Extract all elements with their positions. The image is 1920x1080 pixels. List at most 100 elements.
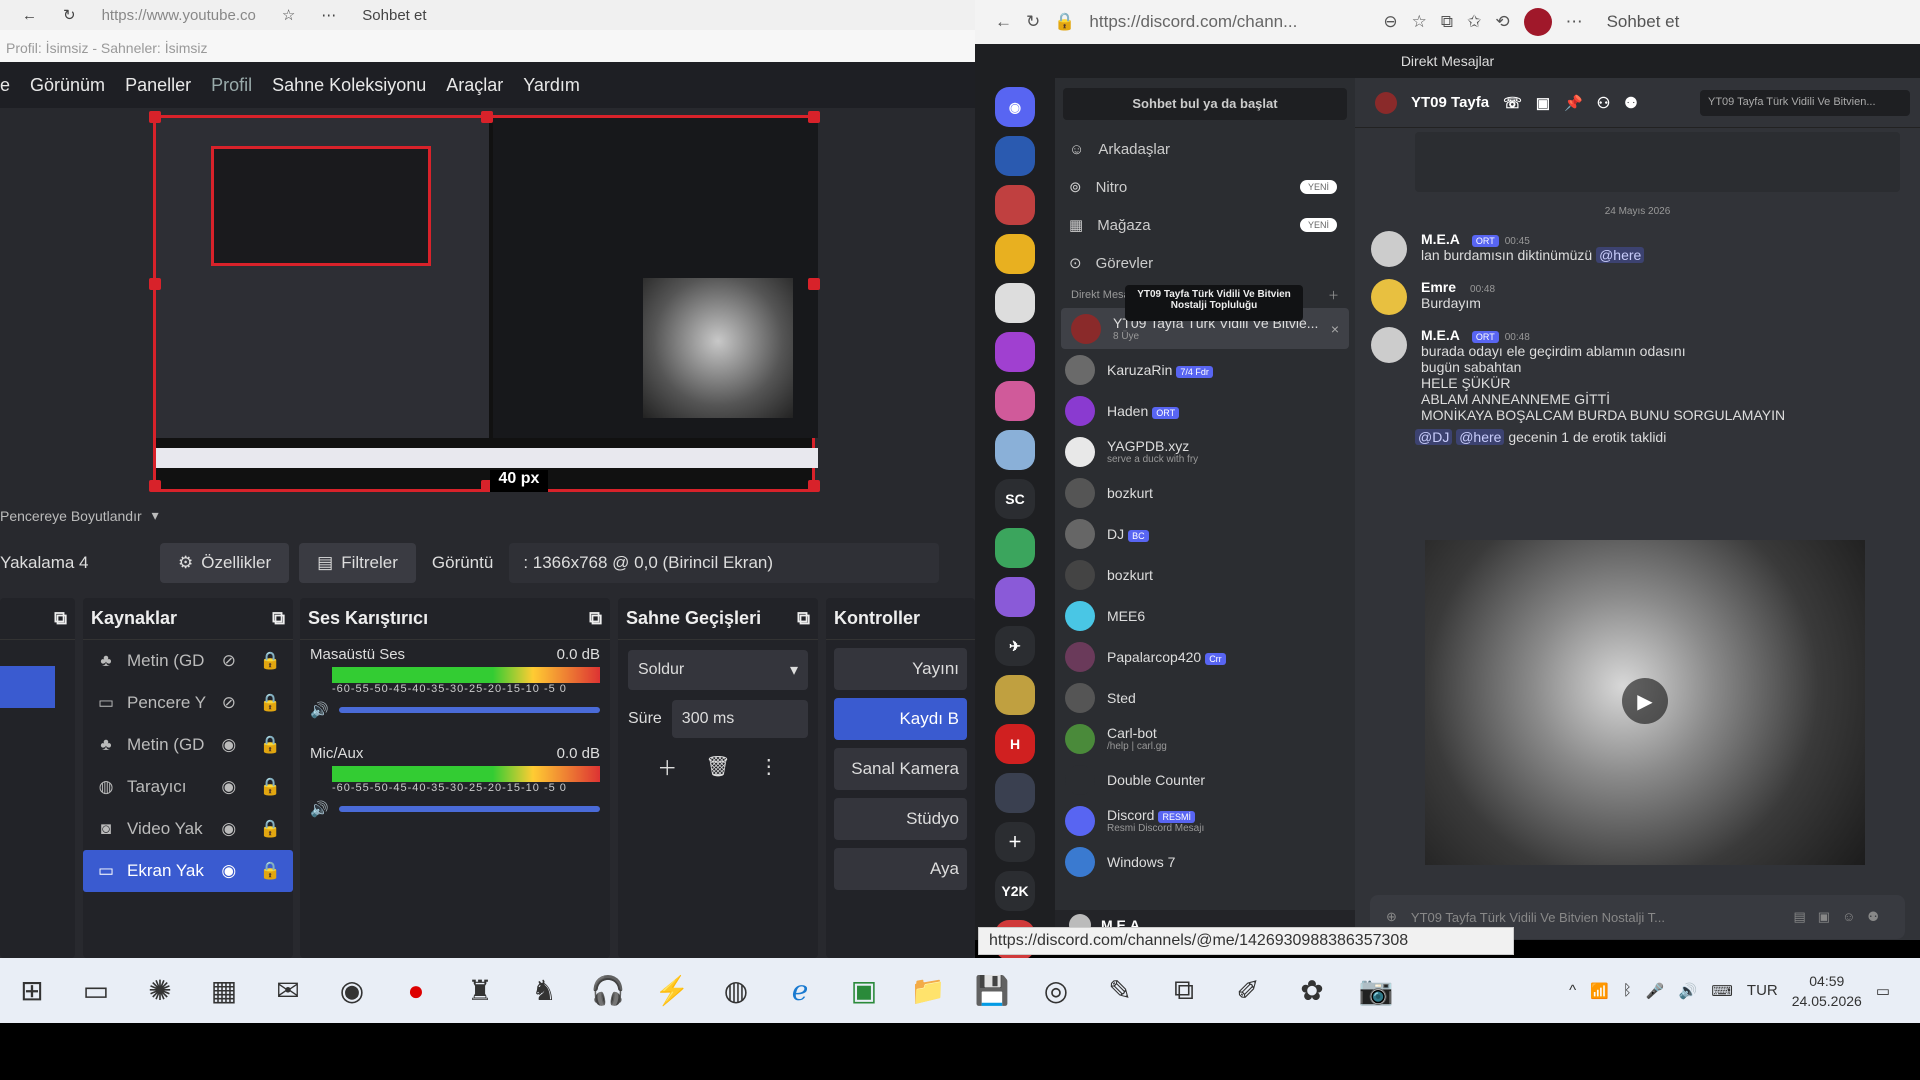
chat-search-input[interactable]: YT09 Tayfa Türk Vidili Ve Bitvien... — [1700, 89, 1910, 116]
menu-item-help[interactable]: Yardım — [523, 75, 580, 96]
start-icon[interactable]: ⊞ — [0, 958, 64, 1023]
menu-item-scene-collection[interactable]: Sahne Koleksiyonu — [272, 75, 426, 96]
left-address-bar[interactable]: https://www.youtube.co — [102, 7, 256, 24]
back-icon[interactable]: ← — [995, 12, 1012, 32]
record-icon[interactable]: ● — [384, 958, 448, 1023]
server-icon[interactable]: SC — [995, 479, 1035, 519]
store-icon[interactable]: ▦ — [192, 958, 256, 1023]
resize-dropdown[interactable]: Pencereye Boyutlandır ▾ — [0, 507, 159, 524]
more-icon[interactable]: ⋯ — [321, 6, 336, 24]
dm-nav-item[interactable]: ⊙ Görevler — [1055, 244, 1355, 282]
keyboard-icon[interactable]: ⌨ — [1711, 982, 1733, 1000]
mic-icon[interactable]: 🎤 — [1646, 982, 1665, 1000]
display-select[interactable]: : 1366x768 @ 0,0 (Birincil Ekran) — [509, 543, 940, 583]
reload-icon[interactable]: ↻ — [1026, 12, 1040, 32]
undock-icon[interactable]: ⧉ — [54, 608, 67, 629]
avatar[interactable] — [1371, 279, 1407, 315]
duration-input[interactable]: 300 ms — [671, 700, 808, 738]
properties-button[interactable]: ⚙ Özellikler — [160, 543, 290, 583]
server-icon[interactable] — [995, 185, 1035, 225]
server-icon[interactable] — [995, 528, 1035, 568]
video-icon[interactable]: ▣ — [1536, 94, 1550, 112]
undock-icon[interactable]: ⧉ — [797, 608, 810, 629]
dm-item[interactable]: bozkurt — [1055, 554, 1355, 595]
message-author[interactable]: M.E.A — [1421, 327, 1460, 343]
notification-icon[interactable]: ▭ — [1876, 982, 1890, 1000]
camera-icon[interactable]: 📷 — [1344, 958, 1408, 1023]
trash-icon[interactable]: 🗑 — [705, 754, 730, 779]
add-icon[interactable]: ＋ — [657, 752, 677, 781]
control-button[interactable]: Stüdyo — [834, 798, 967, 840]
app-icon[interactable]: ✎ — [1088, 958, 1152, 1023]
dm-item[interactable]: Windows 7 — [1055, 841, 1355, 882]
resize-handle[interactable] — [149, 278, 161, 290]
app-icon[interactable]: ⧉ — [1152, 958, 1216, 1023]
dm-item[interactable]: bozkurt — [1055, 472, 1355, 513]
menu-item-edit[interactable]: e — [0, 75, 10, 96]
server-icon[interactable] — [995, 675, 1035, 715]
avatar[interactable] — [1371, 327, 1407, 363]
app-icon[interactable]: ✐ — [1216, 958, 1280, 1023]
dm-item[interactable]: Carl-bot/help | carl.gg — [1055, 718, 1355, 759]
server-icon[interactable] — [995, 381, 1035, 421]
profile-avatar[interactable] — [1523, 8, 1552, 36]
here-mention[interactable]: @here — [1456, 429, 1505, 445]
volume-slider[interactable] — [338, 806, 600, 812]
obs-icon[interactable]: ◉ — [320, 958, 384, 1023]
source-item[interactable]: ♣ Metin (GD ◉ 🔒 — [83, 724, 293, 766]
volume-icon[interactable]: 🔊 — [1679, 982, 1698, 1000]
server-icon[interactable] — [995, 430, 1035, 470]
message-author[interactable]: M.E.A — [1421, 231, 1460, 247]
pin-icon[interactable]: 📌 — [1564, 94, 1583, 112]
menu-item-docks[interactable]: Paneller — [125, 75, 191, 96]
server-icon[interactable] — [995, 773, 1035, 813]
eye-icon[interactable]: ◉ — [218, 861, 240, 881]
server-icon[interactable] — [995, 332, 1035, 372]
app-icon[interactable]: ✿ — [1280, 958, 1344, 1023]
control-button[interactable]: Sanal Kamera — [834, 748, 967, 790]
source-item[interactable]: ◙ Video Yak ◉ 🔒 — [83, 808, 293, 850]
reload-icon[interactable]: ↻ — [63, 6, 76, 24]
edge-icon[interactable]: ℯ — [768, 958, 832, 1023]
resize-handle[interactable] — [808, 480, 820, 492]
extensions-icon[interactable]: ⧉ — [1441, 12, 1453, 32]
folder-icon[interactable]: 📁 — [896, 958, 960, 1023]
source-item[interactable]: ♣ Metin (GD ⊘ 🔒 — [83, 640, 293, 682]
app-icon[interactable]: ◍ — [704, 958, 768, 1023]
dm-item[interactable]: KaruzaRin 7/4 Fdr — [1055, 349, 1355, 390]
speaker-icon[interactable]: 🔊 — [310, 701, 329, 719]
resize-handle[interactable] — [481, 111, 493, 123]
lock-icon[interactable]: 🔒 — [260, 819, 281, 839]
history-icon[interactable]: ⟲ — [1495, 12, 1509, 32]
server-icon[interactable]: Y2K — [995, 871, 1035, 911]
lock-icon[interactable]: 🔒 — [260, 735, 281, 755]
resize-handle[interactable] — [808, 111, 820, 123]
right-address-bar[interactable]: https://discord.com/chann... — [1089, 12, 1369, 32]
menu-item-view[interactable]: Görünüm — [30, 75, 105, 96]
add-member-icon[interactable]: ⚇ — [1597, 94, 1610, 112]
resize-handle[interactable] — [808, 278, 820, 290]
control-button[interactable]: Yayını — [834, 648, 967, 690]
save-icon[interactable]: 💾 — [960, 958, 1024, 1023]
lock-icon[interactable]: 🔒 — [260, 777, 281, 797]
dm-item[interactable]: Papalarcop420 Crr — [1055, 636, 1355, 677]
avatar[interactable] — [1371, 231, 1407, 267]
source-item[interactable]: ▭ Ekran Yak ◉ 🔒 — [83, 850, 293, 892]
dm-search-button[interactable]: Sohbet bul ya da başlat — [1063, 88, 1347, 120]
chevron-up-icon[interactable]: ^ — [1569, 982, 1576, 999]
call-icon[interactable]: ☏ — [1503, 94, 1522, 112]
resize-handle[interactable] — [149, 480, 161, 492]
app-icon[interactable]: ♜ — [448, 958, 512, 1023]
speaker-icon[interactable]: 🔊 — [310, 800, 329, 818]
play-icon[interactable]: ▶ — [1622, 678, 1668, 724]
dm-item[interactable]: MEE6 — [1055, 595, 1355, 636]
flash-icon[interactable]: ⚡ — [640, 958, 704, 1023]
dm-nav-item[interactable]: ⊚ Nitro YENİ — [1055, 168, 1355, 206]
right-copilot-button[interactable]: Sohbet et — [1607, 12, 1680, 32]
dm-item[interactable]: Discord RESMİ Resmi Discord Mesajı — [1055, 800, 1355, 841]
server-icon[interactable]: ✈ — [995, 626, 1035, 666]
eye-off-icon[interactable]: ⊘ — [218, 693, 240, 713]
server-icon[interactable] — [995, 283, 1035, 323]
control-button[interactable]: Kaydı B — [834, 698, 967, 740]
star-icon[interactable]: ☆ — [282, 6, 295, 24]
